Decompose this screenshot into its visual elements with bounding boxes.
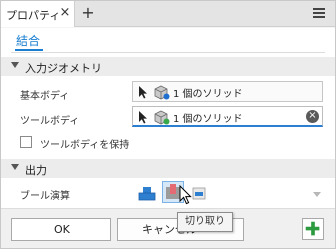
tab-combine-underline bbox=[15, 49, 43, 51]
chevron-down-icon[interactable] bbox=[313, 192, 321, 197]
green-plus-icon bbox=[305, 221, 320, 236]
clear-selection-icon[interactable]: × bbox=[306, 110, 319, 123]
tool-body-label: ツールボディ bbox=[20, 116, 80, 127]
base-body-selector[interactable]: 1 個のソリッド bbox=[132, 81, 323, 102]
solid-body-icon bbox=[154, 85, 170, 100]
arrow-cursor-icon bbox=[139, 111, 147, 124]
tool-body-selector[interactable]: 1 個のソリッド × bbox=[132, 106, 323, 127]
properties-panel: プロパティ × + 結合 入力ジオメトリ 基本ボディ 1 個のソリッド ツールボ… bbox=[0, 0, 336, 249]
panel-content: 結合 入力ジオメトリ 基本ボディ 1 個のソリッド ツールボディ 1 個のソリッ… bbox=[1, 28, 335, 208]
section-input-geometry[interactable]: 入力ジオメトリ bbox=[1, 57, 335, 76]
keep-tool-body-label: ツールボディを保持 bbox=[40, 140, 130, 151]
boolean-join-icon bbox=[138, 187, 156, 201]
solid-body-icon bbox=[154, 110, 170, 125]
tab-properties[interactable]: プロパティ × bbox=[1, 1, 75, 27]
tool-body-value: 1 個のソリッド bbox=[173, 114, 243, 125]
hamburger-menu-icon[interactable] bbox=[313, 8, 325, 19]
collapse-arrow-icon[interactable] bbox=[11, 164, 19, 170]
base-body-value: 1 個のソリッド bbox=[173, 89, 243, 100]
tab-properties-label: プロパティ bbox=[6, 9, 61, 22]
section-output[interactable]: 出力 bbox=[1, 159, 335, 178]
mouse-pointer-icon bbox=[179, 185, 192, 205]
close-icon[interactable]: × bbox=[59, 6, 71, 20]
footer: OK キャンセル bbox=[1, 208, 335, 248]
ok-button[interactable]: OK bbox=[11, 218, 111, 241]
boolean-join-button[interactable] bbox=[137, 183, 157, 203]
boolean-operation-label: ブール演算 bbox=[20, 191, 70, 202]
tab-bar: プロパティ × + bbox=[1, 1, 335, 27]
section-output-title: 出力 bbox=[25, 164, 47, 177]
cut-tooltip: 切り取り bbox=[177, 212, 233, 232]
keep-tool-body-checkbox[interactable] bbox=[20, 136, 32, 148]
base-body-label: 基本ボディ bbox=[20, 91, 70, 102]
section-input-geometry-title: 入力ジオメトリ bbox=[25, 62, 102, 75]
add-button[interactable] bbox=[302, 218, 324, 240]
collapse-arrow-icon[interactable] bbox=[11, 62, 19, 68]
divider bbox=[11, 52, 325, 53]
add-tab-icon[interactable]: + bbox=[81, 5, 95, 21]
arrow-cursor-icon bbox=[139, 86, 147, 99]
tab-combine[interactable]: 結合 bbox=[16, 32, 40, 49]
